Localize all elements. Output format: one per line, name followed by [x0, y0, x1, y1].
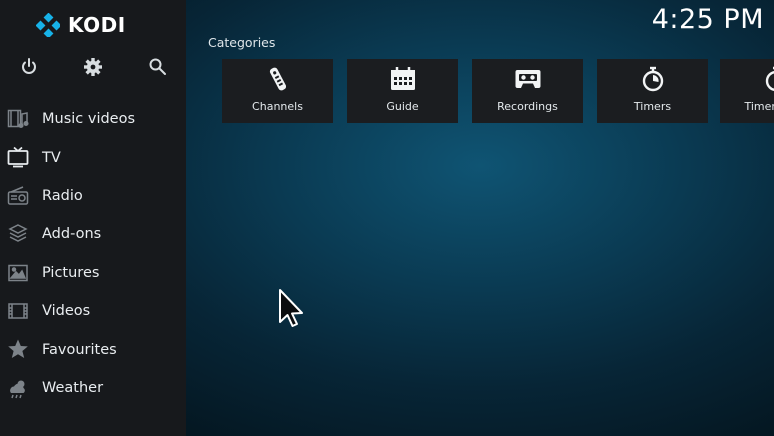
gear-icon[interactable]: [82, 56, 104, 78]
tile-label: Timers: [633, 100, 672, 113]
main-menu: Music videos TV Radio Add-ons Pictures V…: [0, 100, 186, 407]
addons-icon: [7, 223, 29, 245]
sidebar-item-pictures[interactable]: Pictures: [0, 254, 186, 292]
kodi-logo[interactable]: KODI: [36, 12, 126, 38]
sidebar-item-addons[interactable]: Add-ons: [0, 215, 186, 253]
star-icon: [7, 338, 29, 360]
tile-timer-rules[interactable]: Timer rules: [720, 59, 774, 123]
sidebar-item-label: Weather: [42, 379, 104, 396]
mouse-cursor-icon: [279, 289, 303, 327]
remote-icon: [264, 65, 292, 93]
cassette-icon: [514, 65, 542, 93]
weather-icon: [7, 377, 29, 399]
clock: 4:25 PM: [651, 4, 764, 35]
pictures-icon: [7, 262, 29, 284]
logo-text: KODI: [68, 13, 126, 37]
tile-recordings[interactable]: Recordings: [472, 59, 583, 123]
sidebar-item-videos[interactable]: Videos: [0, 292, 186, 330]
sidebar-item-label: Music videos: [42, 111, 136, 128]
radio-icon: [7, 185, 29, 207]
sidebar-item-label: Radio: [42, 187, 83, 204]
power-icon[interactable]: [18, 56, 40, 78]
sidebar-item-label: Favourites: [42, 341, 117, 358]
tile-label: Guide: [386, 100, 419, 113]
music-video-icon: [7, 108, 29, 130]
sidebar-item-label: TV: [42, 149, 61, 166]
stopwatch-icon: [639, 65, 667, 93]
search-icon[interactable]: [147, 56, 169, 78]
sidebar-item-music-videos[interactable]: Music videos: [0, 100, 186, 138]
top-icon-bar: [0, 56, 186, 80]
sidebar-item-favourites[interactable]: Favourites: [0, 330, 186, 368]
tile-timers[interactable]: Timers: [597, 59, 708, 123]
sidebar: KODI Music videos TV Radio Add-ons Pictu…: [0, 0, 186, 436]
section-label: Categories: [208, 35, 276, 50]
kodi-logo-icon: [36, 13, 60, 37]
tile-label: Channels: [252, 100, 303, 113]
tile-guide[interactable]: Guide: [347, 59, 458, 123]
sidebar-item-label: Add-ons: [42, 226, 102, 243]
calendar-icon: [389, 65, 417, 93]
sidebar-item-tv[interactable]: TV: [0, 138, 186, 176]
sidebar-item-label: Pictures: [42, 264, 100, 281]
sidebar-item-weather[interactable]: Weather: [0, 369, 186, 407]
videos-icon: [7, 300, 29, 322]
tile-label: Recordings: [497, 100, 558, 113]
tv-icon: [7, 146, 29, 168]
sidebar-item-radio[interactable]: Radio: [0, 177, 186, 215]
tile-channels[interactable]: Channels: [222, 59, 333, 123]
category-tiles: Channels Guide Recordings Timers Timer: [222, 59, 774, 123]
tile-label: Timer rules: [744, 100, 774, 113]
sidebar-item-label: Videos: [42, 303, 91, 320]
stopwatch-icon: [762, 65, 774, 93]
